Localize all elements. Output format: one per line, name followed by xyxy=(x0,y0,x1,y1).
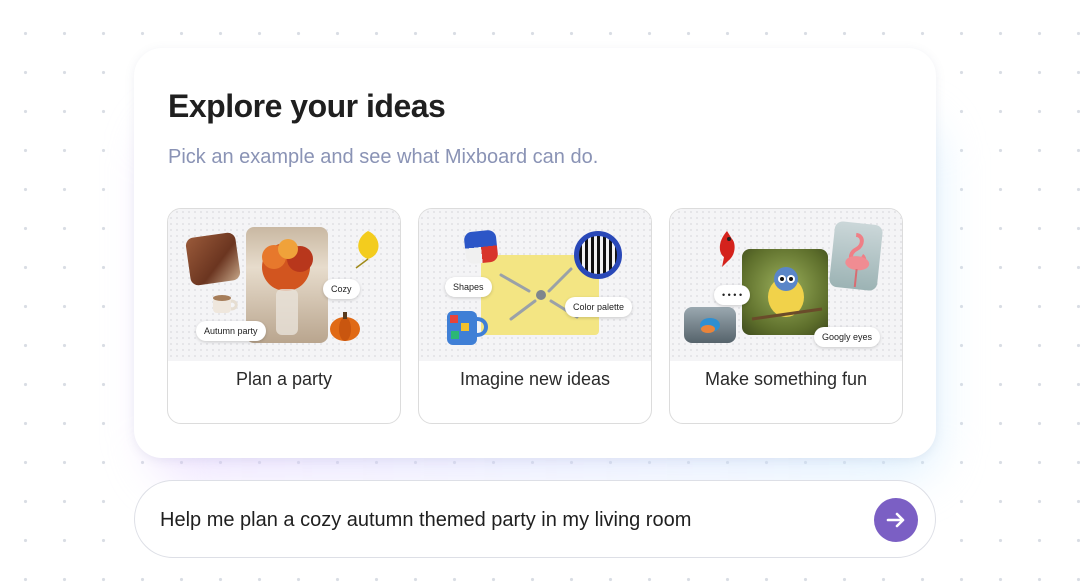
ideas-collage: Shapes Color palette xyxy=(419,209,651,361)
mosaic-mug-image xyxy=(441,305,491,351)
prompt-input[interactable]: Help me plan a cozy autumn themed party … xyxy=(134,480,936,558)
chip-shapes: Shapes xyxy=(445,277,492,297)
kingfisher-image xyxy=(684,307,736,343)
send-button[interactable] xyxy=(874,498,918,542)
explore-card: Explore your ideas Pick an example and s… xyxy=(134,48,936,458)
blanket-image xyxy=(184,231,242,287)
leaf-image xyxy=(348,229,384,269)
cardinal-image xyxy=(714,229,740,269)
flamingo-image xyxy=(828,220,884,292)
pumpkin-image xyxy=(328,309,362,343)
bird-image xyxy=(742,249,828,335)
chip-dots: • • • • xyxy=(714,285,751,305)
explore-title: Explore your ideas xyxy=(168,88,446,124)
pattern-tile-image xyxy=(463,229,499,265)
tile-label-plan-party: Plan a party xyxy=(235,369,333,389)
tile-label-make-fun: Make something fun xyxy=(704,369,868,389)
mug-image xyxy=(210,293,240,317)
explore-subtitle: Pick an example and see what Mixboard ca… xyxy=(168,146,599,168)
tile-label-imagine-ideas: Imagine new ideas xyxy=(459,369,611,389)
example-tile-make-fun[interactable]: • • • • Googly eyes Make something fun xyxy=(669,208,903,424)
plate-image xyxy=(574,231,622,279)
chip-cozy: Cozy xyxy=(323,279,360,299)
chip-autumn-party: Autumn party xyxy=(196,321,266,341)
example-tile-plan-party[interactable]: Cozy Autumn party Plan a party xyxy=(167,208,401,424)
chip-color-palette: Color palette xyxy=(565,297,633,317)
arrow-right-icon xyxy=(886,512,905,528)
example-tile-imagine-ideas[interactable]: Shapes Color palette Imagine new ideas xyxy=(418,208,652,424)
party-collage: Cozy Autumn party xyxy=(168,209,400,361)
fun-collage: • • • • Googly eyes xyxy=(670,209,902,361)
chip-googly-eyes: Googly eyes xyxy=(814,327,881,347)
prompt-input-text[interactable]: Help me plan a cozy autumn themed party … xyxy=(160,509,691,532)
